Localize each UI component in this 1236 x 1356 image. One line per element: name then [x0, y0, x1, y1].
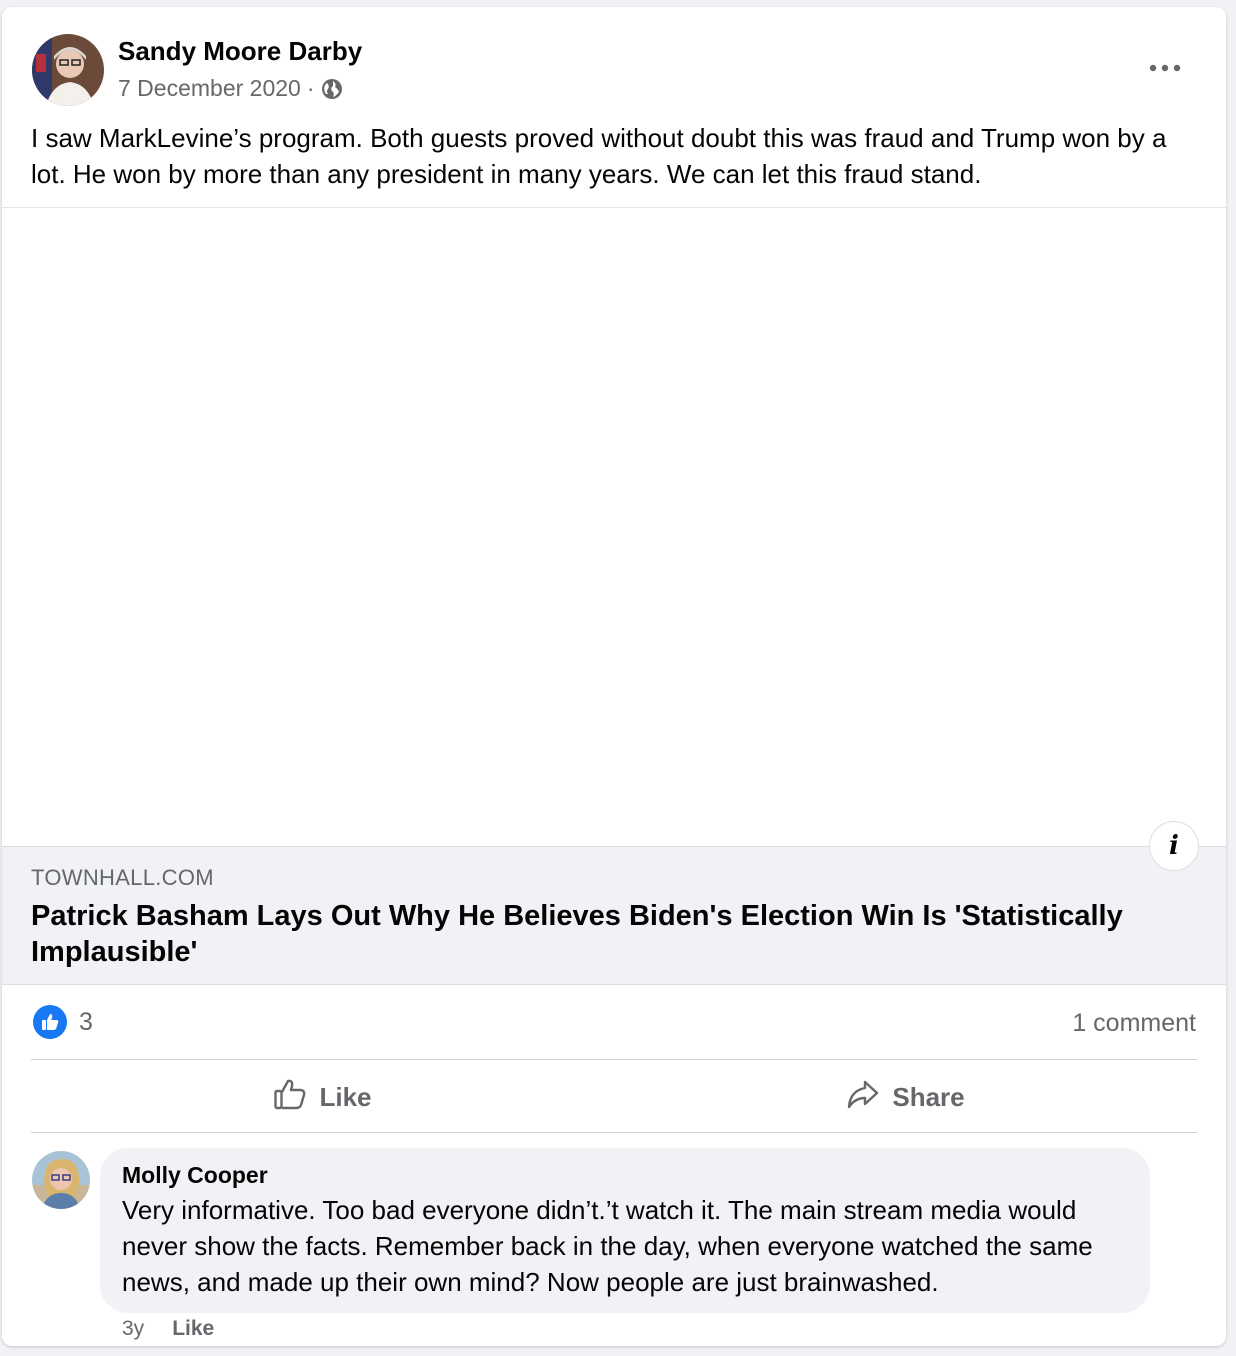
like-reaction-icon [33, 1005, 67, 1039]
reaction-summary[interactable]: 3 [33, 1005, 93, 1039]
like-button-label: Like [319, 1081, 372, 1112]
comment-text: Very informative. Too bad everyone didn’… [122, 1195, 1093, 1297]
info-button[interactable]: i [1149, 821, 1199, 871]
divider [31, 1132, 1197, 1133]
like-button[interactable]: Like [31, 1062, 614, 1132]
link-title: Patrick Basham Lays Out Why He Believes … [31, 900, 1123, 968]
post-meta: 7 December 2020 · [118, 75, 343, 102]
author-avatar[interactable] [32, 34, 104, 106]
comment-footer: 3y Like [122, 1317, 214, 1341]
share-button[interactable]: Share [614, 1062, 1197, 1132]
share-arrow-icon [846, 1077, 880, 1118]
comment-bubble: Molly Cooper Very informative. Too bad e… [100, 1148, 1150, 1313]
thumbs-up-icon [273, 1077, 307, 1118]
link-preview-box[interactable]: TOWNHALL.COM Patrick Basham Lays Out Why… [2, 846, 1226, 985]
reaction-count: 3 [79, 1007, 93, 1036]
more-options-button[interactable] [1142, 45, 1188, 91]
link-preview-image[interactable] [2, 208, 1226, 846]
divider [31, 1059, 1197, 1060]
comment-age[interactable]: 3y [122, 1317, 144, 1341]
action-bar: Like Share [31, 1062, 1197, 1132]
comment-author-name[interactable]: Molly Cooper [122, 1160, 1128, 1190]
more-options-icon [1149, 59, 1181, 77]
commenter-avatar[interactable] [32, 1151, 90, 1209]
post-date[interactable]: 7 December 2020 [118, 75, 301, 102]
comment-count[interactable]: 1 comment [1072, 1009, 1196, 1038]
link-domain: TOWNHALL.COM [31, 865, 214, 890]
globe-icon[interactable] [321, 78, 343, 100]
share-button-label: Share [892, 1081, 965, 1112]
post-author-name[interactable]: Sandy Moore Darby [118, 36, 362, 67]
info-icon: i [1169, 831, 1179, 861]
meta-separator: · [306, 75, 315, 101]
post-card: Sandy Moore Darby 7 December 2020 · I sa… [2, 7, 1226, 1346]
post-text: I saw MarkLevine’s program. Both guests … [31, 123, 1167, 189]
comment-like-button[interactable]: Like [172, 1317, 214, 1341]
